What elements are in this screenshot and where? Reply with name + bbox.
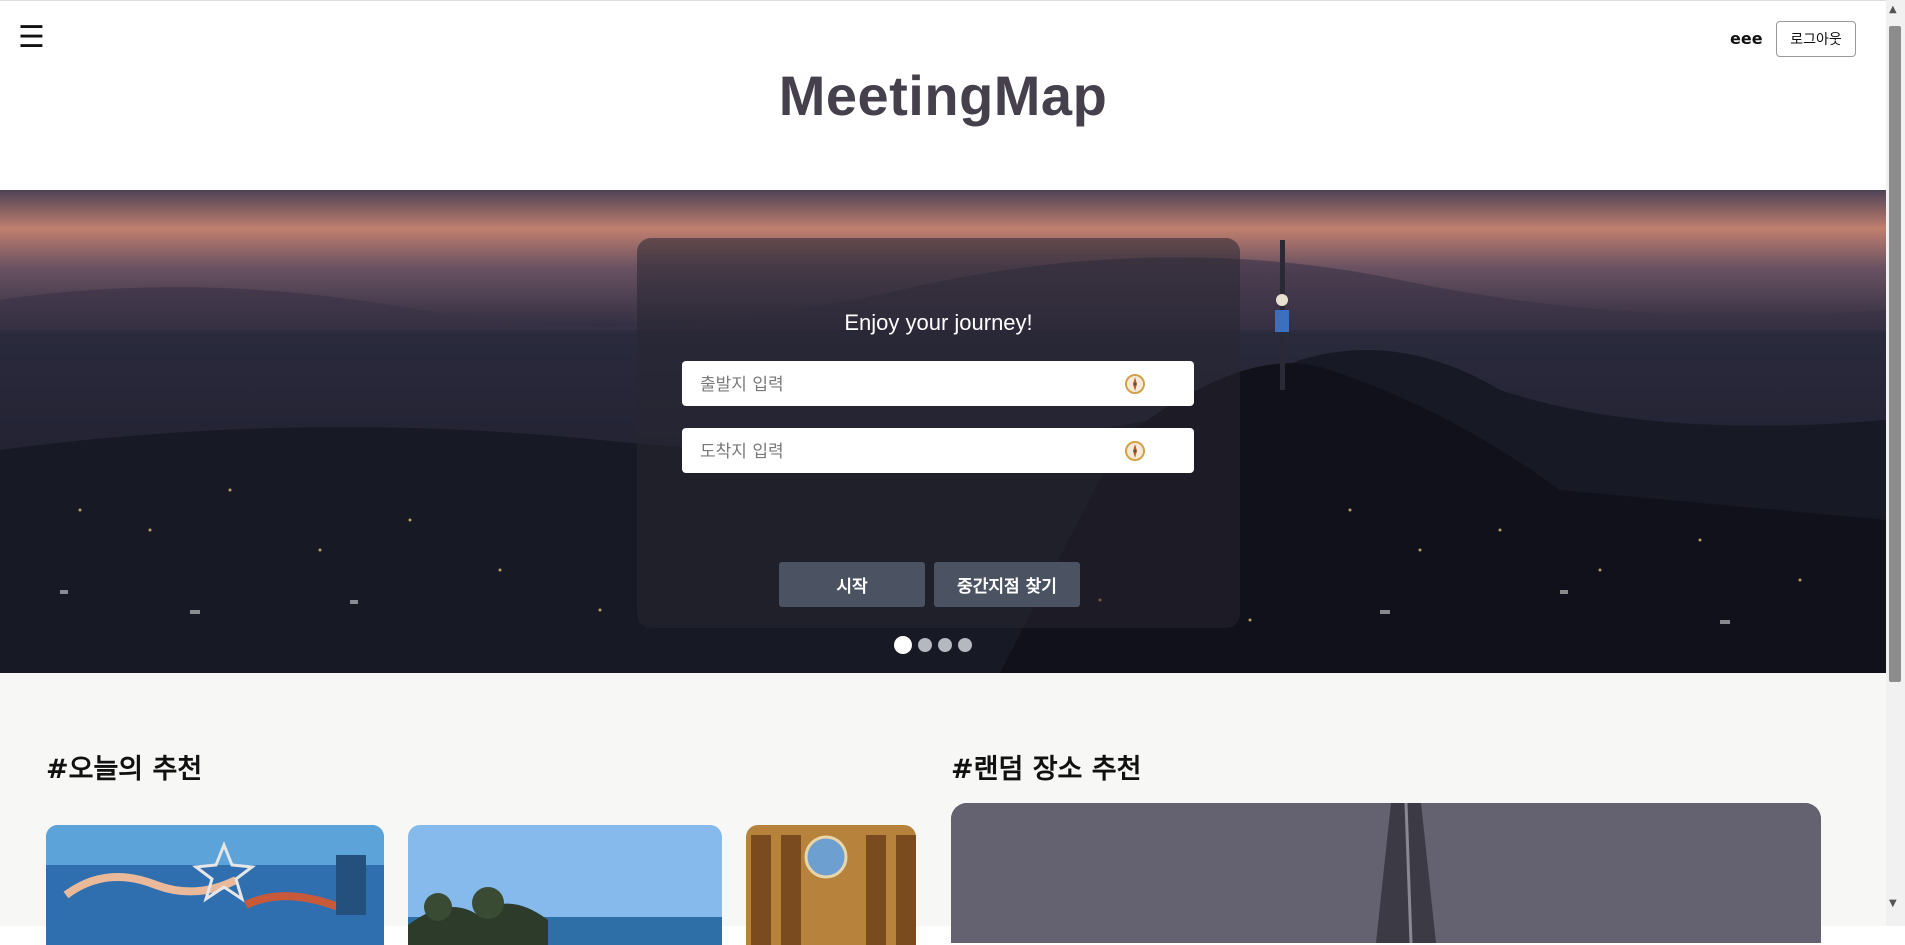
username-label: eee [1730,29,1763,48]
scroll-down-arrow-icon[interactable]: ▼ [1889,898,1897,909]
start-button[interactable]: 시작 [779,562,925,607]
destination-input[interactable] [698,428,1122,475]
recommendations-section: #오늘의 추천 #랜덤 장소 추천 [0,673,1886,945]
hamburger-menu-icon[interactable]: ☰ [18,23,45,53]
today-recommendation-title: #오늘의 추천 [46,754,203,785]
carousel-dot-3[interactable] [938,638,952,652]
top-header: ☰ eee 로그아웃 MeetingMap [0,0,1886,181]
search-panel: Enjoy your journey! 시작 중간지점 찾기 [637,238,1240,628]
origin-input[interactable] [698,361,1122,408]
carousel-indicators [894,636,972,654]
beach-image [408,825,722,945]
logout-button[interactable]: 로그아웃 [1776,21,1856,57]
page-scrollbar[interactable]: ▲ ▼ [1886,0,1905,926]
hero-banner: Enjoy your journey! 시작 중간지점 찾기 [0,190,1886,673]
origin-field [682,361,1194,408]
recommendation-card-aquarium[interactable] [46,825,384,945]
carousel-dot-1[interactable] [894,636,912,654]
recommendation-card-beach[interactable] [408,825,722,945]
compass-icon[interactable] [1124,440,1146,462]
destination-field [682,428,1194,475]
compass-icon[interactable] [1124,373,1146,395]
aquarium-image [46,825,384,945]
library-image [746,825,916,945]
app-title: MeetingMap [778,64,1108,127]
find-midpoint-button[interactable]: 중간지점 찾기 [934,562,1080,607]
carousel-dot-2[interactable] [918,638,932,652]
panel-heading: Enjoy your journey! [844,310,1033,335]
scrollbar-thumb[interactable] [1889,26,1901,682]
random-place-title: #랜덤 장소 추천 [951,754,1142,785]
recommendation-card-library[interactable] [746,825,916,945]
scroll-up-arrow-icon[interactable]: ▲ [1889,4,1897,15]
carousel-dot-4[interactable] [958,638,972,652]
random-place-card[interactable] [951,803,1821,943]
tower-image [951,803,1821,943]
